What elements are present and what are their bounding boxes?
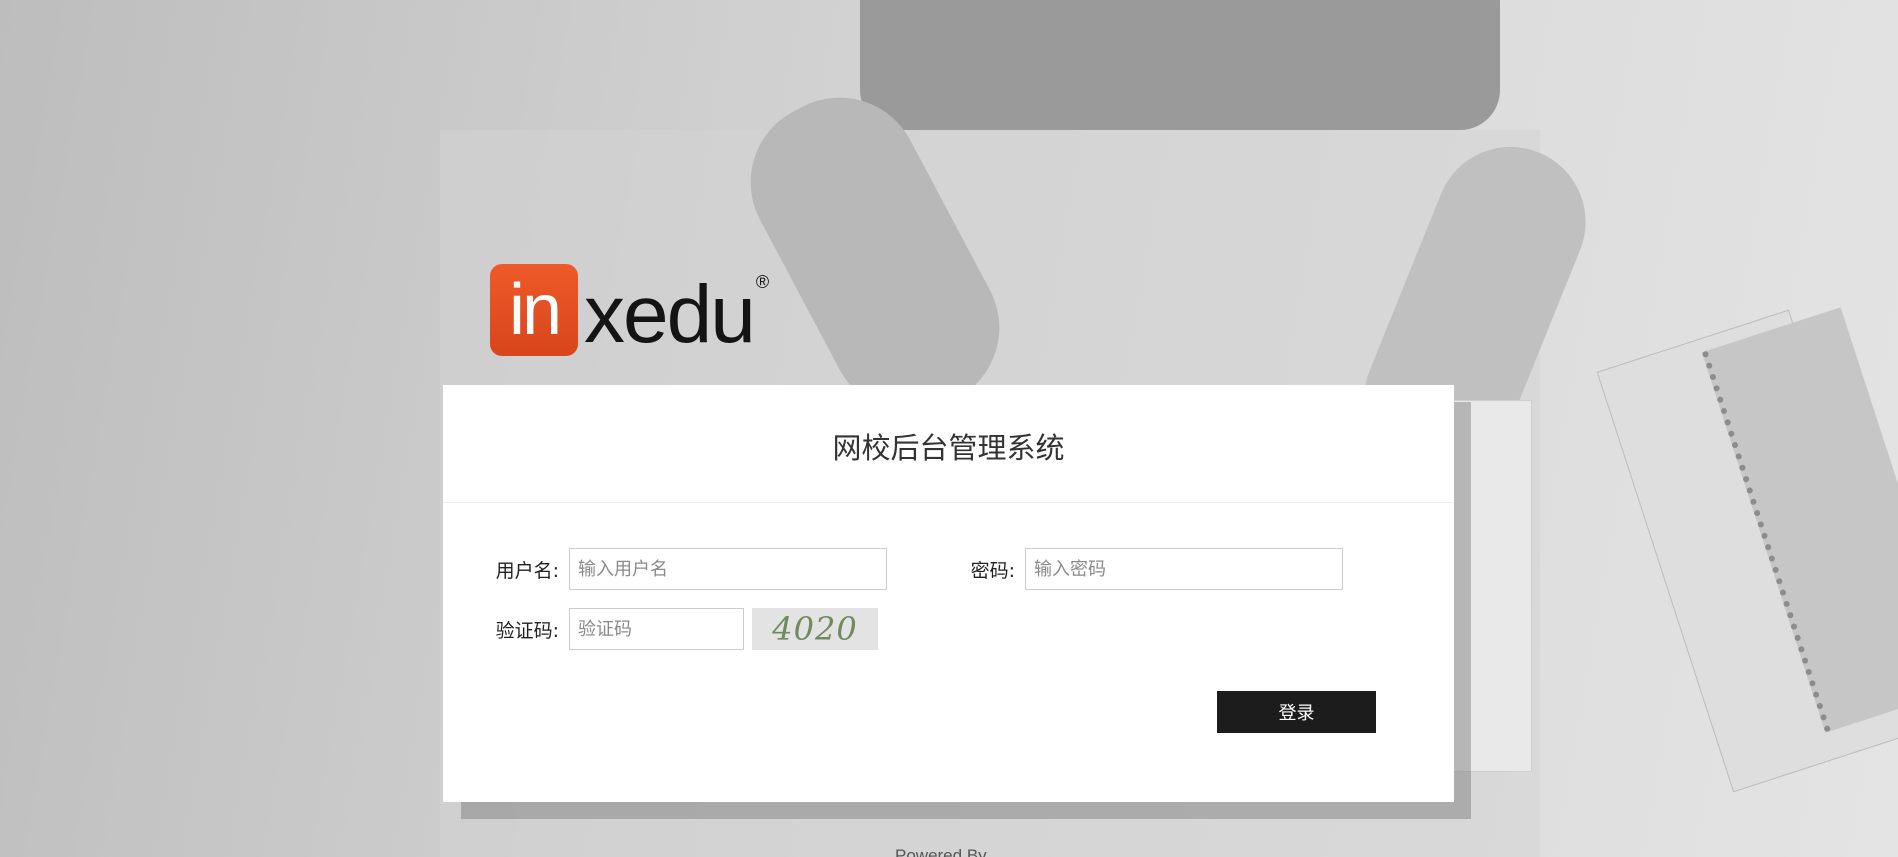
username-label: 用户名:: [495, 559, 559, 582]
registered-mark: ®: [755, 272, 770, 292]
username-row: 用户名:: [477, 548, 887, 590]
brand-logo: in xedu ®: [490, 264, 769, 356]
captcha-input[interactable]: [569, 608, 744, 650]
logo-badge: in: [490, 264, 578, 356]
login-page: in xedu ® 网校后台管理系统 用户名: 密码: 验证码: 4020 登录…: [0, 0, 1898, 857]
login-button[interactable]: 登录: [1217, 691, 1376, 733]
password-label: 密码:: [970, 559, 1015, 582]
captcha-row: 验证码: 4020: [477, 608, 878, 650]
footer-text: Powered By...: [895, 846, 1000, 857]
page-title: 网校后台管理系统: [832, 430, 1065, 465]
captcha-image[interactable]: 4020: [752, 608, 878, 650]
card-header: 网校后台管理系统: [443, 385, 1454, 503]
password-input[interactable]: [1025, 548, 1343, 590]
background-person: [860, 0, 1500, 130]
login-card: 网校后台管理系统 用户名: 密码: 验证码: 4020 登录: [443, 385, 1454, 802]
username-input[interactable]: [569, 548, 887, 590]
captcha-label: 验证码:: [495, 619, 559, 642]
password-row: 密码:: [933, 548, 1343, 590]
logo-wordmark: xedu: [584, 269, 756, 360]
